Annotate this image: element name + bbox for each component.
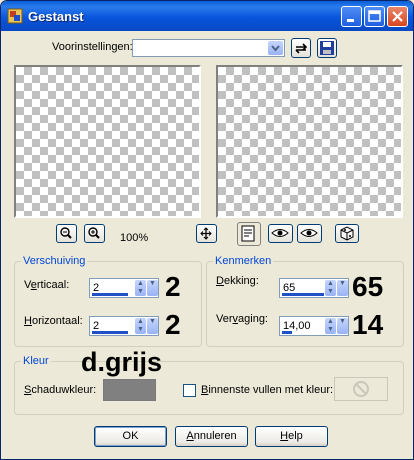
close-icon	[392, 11, 403, 22]
maximize-icon	[368, 10, 381, 22]
preview-button[interactable]	[297, 224, 322, 243]
offset-group-title: Verschuiving	[21, 255, 88, 267]
spin-updown-icon[interactable]: ▲ ▼	[135, 280, 146, 296]
opacity-slider-bar[interactable]	[282, 293, 324, 296]
vertical-slider-bar[interactable]	[92, 293, 128, 296]
preview-icon	[300, 229, 318, 237]
horizontal-annotation: 2	[165, 309, 181, 340]
reset-icon	[295, 43, 308, 54]
reset-button[interactable]	[291, 38, 311, 58]
offset-group: Verschuiving Verticaal: 2 ▲ ▼ ▼ 2 Horizon…	[14, 255, 202, 347]
app-icon	[7, 8, 23, 24]
help-button[interactable]: Help	[255, 426, 328, 447]
blur-annotation: 14	[352, 309, 384, 340]
opacity-annotation: 65	[352, 271, 384, 302]
blur-spinner[interactable]: 14,00 ▲ ▼ ▼	[279, 316, 349, 336]
fill-inside-label: Binnenste vullen met kleur:	[201, 384, 334, 396]
spin-updown-icon[interactable]: ▲ ▼	[325, 280, 336, 296]
auto-proof-button[interactable]	[268, 224, 293, 243]
presets-label: Voorinstellingen:	[52, 41, 133, 53]
pan-button[interactable]	[196, 224, 217, 243]
pan-icon	[200, 227, 212, 240]
close-button[interactable]	[387, 6, 408, 27]
shadow-color-swatch[interactable]	[103, 379, 156, 401]
chevron-down-icon[interactable]: ▼	[147, 318, 158, 334]
proof-toggle[interactable]	[237, 222, 261, 246]
prohibited-icon	[353, 381, 369, 397]
maximize-button[interactable]	[364, 6, 385, 27]
vertical-label: Verticaal:	[24, 279, 70, 291]
spin-updown-icon[interactable]: ▲ ▼	[325, 318, 336, 334]
minimize-button[interactable]	[341, 6, 362, 27]
proof-icon	[241, 225, 255, 242]
save-icon	[320, 41, 334, 55]
opacity-spinner[interactable]: 65 ▲ ▼ ▼	[279, 278, 349, 298]
opacity-label: Dekking:	[216, 275, 259, 287]
zoom-level: 100%	[120, 232, 149, 244]
chevron-down-icon[interactable]: ▼	[337, 318, 348, 334]
blur-slider-bar[interactable]	[282, 331, 292, 334]
cancel-button[interactable]: Annuleren	[175, 426, 248, 447]
minimize-icon	[347, 19, 354, 22]
title-bar[interactable]: Gestanst	[1, 1, 413, 31]
fill-inside-checkbox[interactable]	[183, 384, 196, 397]
auto-proof-icon	[271, 229, 289, 237]
fill-color-swatch	[334, 377, 388, 401]
dialog-window: Gestanst Voorinstellingen: 100% Verschui…	[0, 0, 414, 460]
dialog-body: Voorinstellingen: 100% Verschuiving Vert…	[4, 31, 410, 457]
chevron-down-icon[interactable]: ▼	[337, 280, 348, 296]
spin-updown-icon[interactable]: ▲ ▼	[135, 318, 146, 334]
horizontal-label: Horizontaal:	[24, 315, 83, 327]
vertical-spinner[interactable]: 2 ▲ ▼ ▼	[89, 278, 159, 298]
color-annotation: d.grijs	[81, 347, 163, 377]
blur-label: Vervaging:	[216, 313, 268, 325]
window-title: Gestanst	[28, 9, 84, 24]
zoom-out-button[interactable]	[56, 224, 77, 243]
properties-group-title: Kenmerken	[213, 255, 274, 267]
horizontal-spinner[interactable]: 2 ▲ ▼ ▼	[89, 316, 159, 336]
color-group-title: Kleur	[21, 355, 51, 367]
randomize-icon	[340, 226, 354, 241]
result-preview[interactable]	[216, 65, 403, 218]
properties-group: Kenmerken Dekking: 65 ▲ ▼ ▼ 65 Vervaging:…	[206, 255, 404, 347]
zoom-in-button[interactable]	[84, 224, 105, 243]
original-preview[interactable]	[14, 65, 201, 218]
ok-button[interactable]: OK	[94, 426, 167, 447]
randomize-button[interactable]	[335, 224, 359, 243]
zoom-out-icon	[60, 227, 72, 239]
chevron-down-icon[interactable]	[268, 41, 283, 55]
presets-dropdown[interactable]	[132, 39, 285, 57]
horizontal-slider-bar[interactable]	[92, 331, 128, 334]
save-preset-button[interactable]	[317, 38, 337, 58]
chevron-down-icon[interactable]: ▼	[147, 280, 158, 296]
vertical-annotation: 2	[165, 271, 181, 302]
shadow-color-label: Schaduwkleur:	[24, 384, 97, 396]
color-group: Kleur d.grijs Schaduwkleur: Binnenste vu…	[14, 348, 404, 415]
zoom-in-icon	[88, 227, 100, 239]
